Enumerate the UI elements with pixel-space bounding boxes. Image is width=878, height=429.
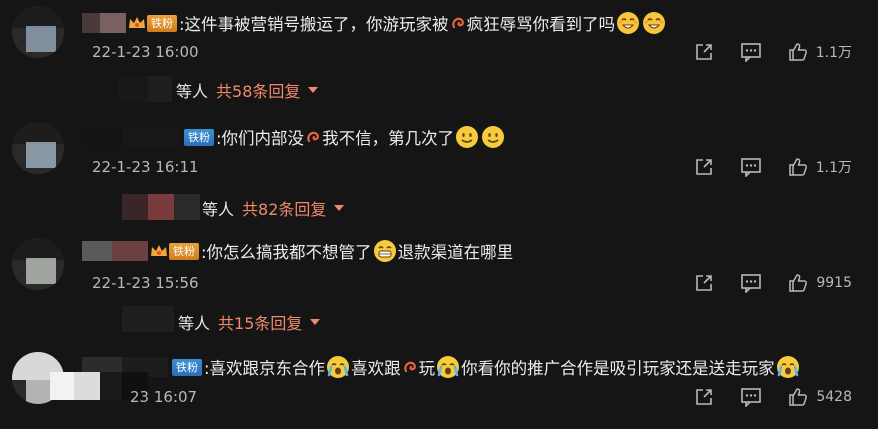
comment-icon bbox=[740, 43, 761, 62]
comment-meta: 22-1-23 16:00 1.1万 bbox=[92, 41, 872, 63]
reply-count: 共15条回复 bbox=[218, 314, 303, 333]
username-mosaic bbox=[82, 241, 148, 261]
share-icon bbox=[695, 159, 712, 175]
share-icon bbox=[696, 275, 713, 291]
avatar[interactable] bbox=[12, 238, 64, 290]
timestamp: 23 16:07 bbox=[130, 388, 198, 406]
like-count: 1.1万 bbox=[815, 160, 852, 176]
comment-text-cont: 疯狂辱骂你看到了吗 bbox=[466, 15, 616, 34]
fan-badge: 铁粉 bbox=[184, 128, 214, 146]
view-replies-button[interactable]: 等人 共82条回复 bbox=[202, 196, 345, 220]
like-button[interactable]: 9915 bbox=[788, 273, 852, 293]
timestamp: 22-1-23 15:56 bbox=[92, 274, 199, 292]
emoji-icon bbox=[481, 125, 505, 149]
comment-item: 铁粉 :这件事被营销号搬运了，你游玩家被 疯狂辱骂你看到了吗 22-1-23 1… bbox=[0, 0, 878, 108]
comment-text-line: 铁粉 :这件事被营销号搬运了，你游玩家被 疯狂辱骂你看到了吗 bbox=[78, 8, 667, 38]
comment-text-cont: 喜欢跟 bbox=[351, 359, 401, 378]
like-button[interactable]: 1.1万 bbox=[788, 157, 852, 177]
caret-down-icon bbox=[308, 87, 319, 93]
comment-actions: 5428 bbox=[668, 386, 852, 408]
comment-item: 铁粉 :你怎么搞我都不想管了 退款渠道在哪里 22-1-23 15:56 991… bbox=[0, 232, 878, 340]
fan-badge: 铁粉 bbox=[147, 14, 177, 32]
comment-meta: 22-1-23 16:11 1.1万 bbox=[92, 156, 872, 178]
share-button[interactable] bbox=[694, 42, 714, 62]
like-icon bbox=[788, 158, 807, 176]
comment-list: 铁粉 :这件事被营销号搬运了，你游玩家被 疯狂辱骂你看到了吗 22-1-23 1… bbox=[0, 0, 878, 429]
comment-icon bbox=[741, 388, 762, 407]
view-replies-button[interactable]: 等人 共15条回复 bbox=[178, 310, 321, 334]
like-count: 1.1万 bbox=[815, 45, 852, 61]
avatar[interactable] bbox=[12, 6, 64, 58]
comment-text: :你们内部没 bbox=[216, 129, 305, 148]
comment-text: :你怎么搞我都不想管了 bbox=[201, 243, 372, 262]
comment-text-cont: 退款渠道在哪里 bbox=[397, 243, 514, 262]
emoji-icon bbox=[776, 355, 800, 379]
reply-avatars-mosaic bbox=[118, 76, 172, 102]
caret-down-icon bbox=[310, 319, 321, 325]
emoji-icon bbox=[326, 355, 350, 379]
reply-count: 共82条回复 bbox=[242, 200, 327, 219]
crown-icon bbox=[128, 16, 146, 30]
view-replies-button[interactable]: 等人 共58条回复 bbox=[176, 78, 319, 102]
comment-meta: 22-1-23 15:56 9915 bbox=[92, 272, 872, 294]
timestamp: 22-1-23 16:11 bbox=[92, 158, 199, 176]
shrimp-icon bbox=[403, 360, 417, 374]
like-count: 9915 bbox=[816, 275, 852, 291]
comment-text-line: 铁粉 :你怎么搞我都不想管了 退款渠道在哪里 bbox=[78, 236, 513, 266]
comment-text-cont: 我不信，第几次了 bbox=[322, 129, 455, 148]
caret-down-icon bbox=[334, 205, 345, 211]
comment-item: 铁粉 :你们内部没 我不信，第几次了 22-1-23 16:11 1.1万 等人… bbox=[0, 116, 878, 224]
comment-button[interactable] bbox=[740, 387, 762, 407]
comment-text-cont-2: 玩 bbox=[418, 359, 436, 378]
like-button[interactable]: 1.1万 bbox=[788, 42, 852, 62]
avatar[interactable] bbox=[12, 122, 64, 174]
crown-icon bbox=[150, 244, 168, 258]
share-button[interactable] bbox=[694, 273, 714, 293]
emoji-icon bbox=[373, 239, 397, 263]
share-icon bbox=[695, 44, 712, 60]
comment-button[interactable] bbox=[740, 157, 762, 177]
comment-text-line: 铁粉 :你们内部没 我不信，第几次了 bbox=[78, 122, 506, 152]
comment-text-line: 铁粉 :喜欢跟京东合作 喜欢跟 玩 你看你的推广合作是吸引玩家还是送走玩家 bbox=[78, 352, 801, 382]
emoji-icon bbox=[455, 125, 479, 149]
like-count: 5428 bbox=[816, 389, 852, 405]
username-mosaic bbox=[82, 13, 126, 33]
comment-icon bbox=[740, 158, 761, 177]
comment-actions: 9915 bbox=[668, 272, 852, 294]
comment-meta: 23 16:07 5428 bbox=[130, 386, 872, 408]
shrimp-icon bbox=[306, 130, 320, 144]
comment-text: :喜欢跟京东合作 bbox=[204, 359, 326, 378]
share-icon bbox=[696, 389, 713, 405]
reply-participants: 等人 bbox=[202, 200, 235, 219]
username-mosaic bbox=[82, 127, 180, 147]
reply-count: 共58条回复 bbox=[216, 82, 301, 101]
shrimp-icon bbox=[451, 16, 465, 30]
comment-button[interactable] bbox=[740, 42, 762, 62]
timestamp: 22-1-23 16:00 bbox=[92, 43, 199, 61]
fan-badge: 铁粉 bbox=[169, 242, 199, 260]
like-icon bbox=[788, 43, 807, 61]
like-icon bbox=[789, 274, 808, 292]
comment-button[interactable] bbox=[740, 273, 762, 293]
share-button[interactable] bbox=[694, 387, 714, 407]
like-icon bbox=[789, 388, 808, 406]
reply-participants: 等人 bbox=[176, 82, 209, 101]
share-button[interactable] bbox=[694, 157, 714, 177]
comment-text-cont-3: 你看你的推广合作是吸引玩家还是送走玩家 bbox=[461, 359, 775, 378]
comment-text: :这件事被营销号搬运了，你游玩家被 bbox=[179, 15, 449, 34]
emoji-icon bbox=[642, 11, 666, 35]
fan-badge: 铁粉 bbox=[172, 358, 202, 376]
comment-actions: 1.1万 bbox=[668, 156, 852, 178]
reply-participants: 等人 bbox=[178, 314, 211, 333]
comment-actions: 1.1万 bbox=[668, 41, 852, 63]
comment-item: 铁粉 :喜欢跟京东合作 喜欢跟 玩 你看你的推广合作是吸引玩家还是送走玩家 23… bbox=[0, 346, 878, 429]
emoji-icon bbox=[616, 11, 640, 35]
emoji-icon bbox=[436, 355, 460, 379]
reply-avatars-mosaic bbox=[122, 194, 200, 220]
like-button[interactable]: 5428 bbox=[788, 387, 852, 407]
comment-icon bbox=[741, 274, 762, 293]
reply-avatars-mosaic bbox=[122, 306, 174, 332]
